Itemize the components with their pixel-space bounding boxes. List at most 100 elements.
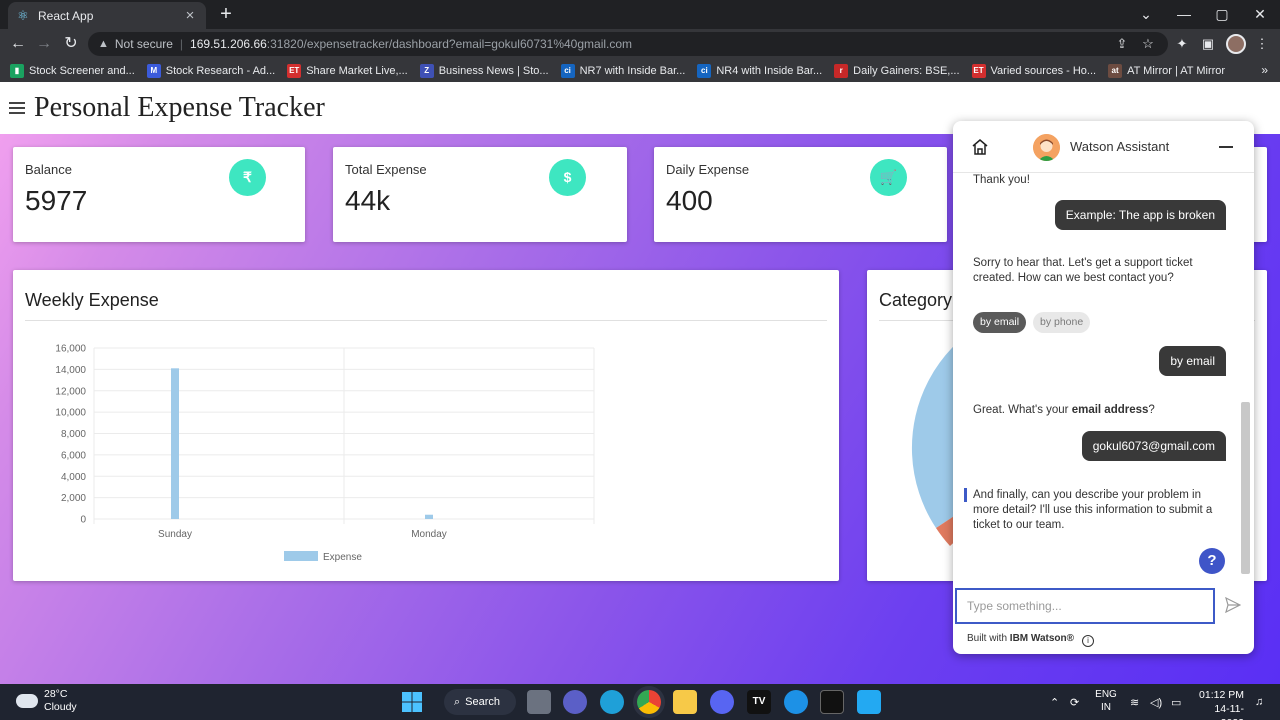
message-text: Great. What's your — [973, 404, 1072, 416]
taskbar-search-button[interactable]: ⌕ Search — [444, 689, 516, 715]
weather-widget[interactable]: 28°C Cloudy — [16, 688, 77, 714]
bookmark-star-icon[interactable]: ☆ — [1138, 34, 1158, 54]
temperature: 28°C — [44, 688, 68, 700]
hamburger-menu-icon[interactable] — [9, 99, 25, 117]
wifi-icon[interactable]: ≋ — [1130, 684, 1139, 720]
legend-label: Expense — [323, 552, 362, 563]
at-icon: at — [1108, 63, 1123, 78]
edge-browser-icon[interactable] — [600, 690, 624, 714]
chrome-browser-icon[interactable] — [637, 690, 661, 714]
url-path: :31820/expensetracker/dashboard?email=go… — [266, 37, 633, 51]
chat-footer: Built with IBM Watson® i — [967, 633, 1095, 647]
teams-chat-icon[interactable] — [563, 690, 587, 714]
help-icon[interactable]: ? — [1199, 548, 1225, 574]
option-by-email-button[interactable]: by email — [973, 312, 1027, 333]
browser-tab[interactable]: ⚛ React App × — [8, 2, 206, 29]
docker-icon[interactable] — [784, 690, 808, 714]
info-icon[interactable]: i — [1082, 635, 1095, 647]
user-message: gokul6073@gmail.com — [1081, 431, 1226, 461]
focus-indicator — [964, 488, 967, 502]
bookmark-item[interactable]: r Daily Gainers: BSE,... — [834, 63, 960, 78]
sync-icon[interactable]: ⟳ — [1070, 684, 1079, 720]
x-tick-label: Monday — [411, 529, 447, 540]
windows-taskbar: 28°C Cloudy ⌕ Search TV ⌃ ⟳ ENG IN ≋ ◁) … — [0, 684, 1280, 720]
volume-icon[interactable]: ◁) — [1150, 684, 1162, 720]
vscode-icon[interactable] — [857, 690, 881, 714]
money-hand-icon: $ — [549, 159, 586, 196]
bookmark-item[interactable]: ▮ Stock Screener and... — [10, 63, 135, 78]
bookmark-item[interactable]: ET Share Market Live,... — [287, 63, 408, 78]
stat-value: 400 — [666, 185, 713, 216]
x-tick-label: Sunday — [158, 529, 192, 540]
bookmark-item[interactable]: Z Business News | Sto... — [419, 63, 549, 78]
stat-value: 5977 — [25, 185, 88, 216]
bookmark-item[interactable]: ci NR4 with Inside Bar... — [697, 63, 822, 78]
profile-avatar[interactable] — [1226, 34, 1246, 54]
stat-value: 44k — [345, 185, 391, 216]
bookmark-item[interactable]: M Stock Research - Ad... — [146, 63, 275, 78]
tab-search-icon[interactable]: ⌄ — [1136, 4, 1156, 24]
bookmark-label: NR7 with Inside Bar... — [579, 64, 686, 77]
send-icon[interactable] — [1225, 597, 1241, 613]
windows-start-icon[interactable] — [400, 690, 424, 714]
share-icon[interactable]: ⇪ — [1112, 34, 1132, 54]
y-tick-label: 8,000 — [61, 429, 86, 440]
browser-menu-icon[interactable]: ⋮ — [1252, 34, 1272, 54]
file-explorer-icon[interactable] — [673, 690, 697, 714]
terminal-icon[interactable] — [820, 690, 844, 714]
notification-bell-icon[interactable]: ♫ — [1255, 684, 1263, 720]
chat-scrollbar-thumb[interactable] — [1241, 402, 1250, 574]
y-tick-label: 6,000 — [61, 450, 86, 461]
r-icon: r — [834, 63, 849, 78]
forward-button[interactable]: → — [34, 34, 54, 54]
close-tab-icon[interactable]: × — [182, 7, 198, 24]
tradingview-icon[interactable]: TV — [747, 690, 771, 714]
bookmark-label: Stock Screener and... — [29, 64, 135, 77]
chevron-up-icon[interactable]: ⌃ — [1050, 684, 1059, 720]
chat-message-input[interactable]: Type something... — [955, 588, 1215, 624]
clock-time: 01:12 PM — [1199, 689, 1244, 701]
bookmark-item[interactable]: ET Varied sources - Ho... — [971, 63, 1097, 78]
weather-condition: Cloudy — [44, 701, 77, 713]
bookmark-item[interactable]: at AT Mirror | AT Mirror — [1108, 63, 1225, 78]
more-bookmarks-icon[interactable]: » — [1261, 63, 1268, 77]
home-icon[interactable] — [971, 138, 989, 156]
stat-label: Daily Expense — [666, 162, 750, 177]
search-icon: ⌕ — [454, 695, 461, 708]
side-panel-icon[interactable]: ▣ — [1198, 34, 1218, 54]
cloud-icon — [16, 694, 38, 708]
security-label[interactable]: Not secure — [115, 37, 173, 51]
browser-toolbar: ← → ↻ ▲ Not secure | 169.51.206.66 :3182… — [0, 29, 1280, 59]
discord-icon[interactable] — [710, 690, 734, 714]
bot-message: Great. What's your email address? — [973, 403, 1225, 418]
new-tab-button[interactable]: + — [216, 4, 236, 24]
extensions-icon[interactable]: ✦ — [1172, 34, 1192, 54]
system-clock[interactable]: 01:12 PM 14-11-2022 — [1198, 688, 1244, 720]
stat-card-balance: Balance 5977 ₹ — [13, 147, 305, 242]
user-message: by email — [1159, 346, 1226, 376]
weekly-expense-chart: 0 2,000 4,000 6,000 8,000 10,000 12,000 14,000 1… — [55, 344, 595, 563]
y-tick-label: 16,000 — [55, 344, 86, 355]
battery-icon[interactable]: ▭ — [1171, 684, 1181, 720]
reload-button[interactable]: ↻ — [61, 34, 81, 54]
language-indicator[interactable]: ENG IN — [1094, 688, 1118, 714]
bookmark-label: Varied sources - Ho... — [990, 64, 1097, 77]
bookmark-item[interactable]: ci NR7 with Inside Bar... — [560, 63, 686, 78]
user-message: Example: The app is broken — [1054, 200, 1226, 230]
language-code: ENG — [1095, 689, 1117, 700]
chat-messages: Thank you! Example: The app is broken So… — [953, 173, 1254, 585]
back-button[interactable]: ← — [8, 34, 28, 54]
legend-swatch — [284, 551, 318, 561]
weekly-expense-panel: Weekly Expense 0 2,000 4,000 6,000 8,000 10,0… — [13, 270, 839, 581]
close-window-button[interactable]: ✕ — [1250, 4, 1270, 24]
option-by-phone-button[interactable]: by phone — [1033, 312, 1091, 333]
address-bar[interactable]: ▲ Not secure | 169.51.206.66 :31820/expe… — [88, 32, 1168, 56]
bot-message: Sorry to hear that. Let's get a support … — [973, 257, 1193, 284]
app-title: Personal Expense Tracker — [34, 92, 325, 123]
minimize-window-button[interactable]: — — [1174, 4, 1194, 24]
maximize-window-button[interactable]: ▢ — [1212, 4, 1232, 24]
y-tick-label: 12,000 — [55, 386, 86, 397]
divider: | — [179, 37, 184, 51]
task-view-icon[interactable] — [527, 690, 551, 714]
minimize-icon[interactable] — [1219, 138, 1233, 156]
